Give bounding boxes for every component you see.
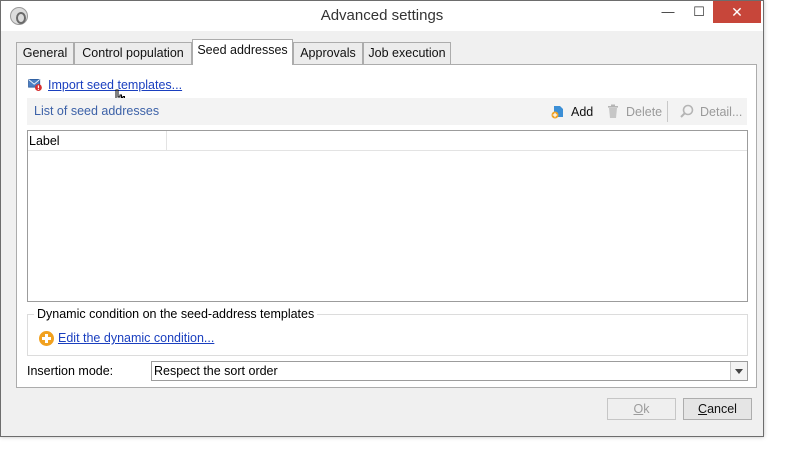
plus-circle-icon bbox=[39, 331, 54, 346]
delete-button[interactable]: Delete bbox=[605, 103, 662, 121]
add-label: Add bbox=[571, 105, 594, 119]
list-column-header: Label bbox=[28, 131, 747, 151]
seed-address-list[interactable]: Label bbox=[27, 130, 748, 302]
tab-general[interactable]: General bbox=[16, 42, 74, 64]
search-icon bbox=[680, 104, 694, 118]
toolbar-separator bbox=[667, 101, 668, 122]
column-label[interactable]: Label bbox=[28, 131, 167, 151]
cancel-label: Cancel bbox=[698, 402, 737, 416]
detail-label: Detail... bbox=[700, 105, 743, 119]
window-title: Advanced settings bbox=[320, 7, 444, 24]
list-title: List of seed addresses bbox=[34, 104, 160, 118]
ok-label: Ok bbox=[633, 402, 650, 416]
maximize-icon[interactable]: ☐ bbox=[685, 1, 713, 23]
tab-approvals[interactable]: Approvals bbox=[293, 42, 363, 64]
tab-control-population[interactable]: Control population bbox=[74, 42, 192, 64]
insertion-mode-value: Respect the sort order bbox=[154, 364, 278, 378]
trash-icon bbox=[608, 104, 618, 118]
detail-button[interactable]: Detail... bbox=[679, 103, 742, 121]
seed-addresses-panel: Import seed templates... List of seed ad… bbox=[16, 64, 757, 388]
cancel-button[interactable]: Cancel bbox=[683, 398, 752, 420]
delete-label: Delete bbox=[626, 105, 663, 119]
mail-error-icon bbox=[28, 79, 42, 91]
insertion-mode-label: Insertion mode: bbox=[27, 364, 114, 378]
ok-button[interactable]: Ok bbox=[607, 398, 676, 420]
dynamic-condition-group: Dynamic condition on the seed-address te… bbox=[27, 307, 748, 356]
edit-dynamic-condition-link[interactable]: Edit the dynamic condition... bbox=[58, 331, 214, 345]
insertion-mode-select[interactable]: Respect the sort order bbox=[151, 361, 748, 381]
seed-list-header: List of seed addresses Add Delete Detail… bbox=[27, 98, 747, 125]
add-button[interactable]: Add bbox=[550, 103, 593, 121]
minimize-icon[interactable]: — bbox=[654, 1, 682, 23]
advanced-settings-dialog: Advanced settings — ☐ ✕ General Control … bbox=[0, 0, 764, 437]
group-title: Dynamic condition on the seed-address te… bbox=[34, 307, 318, 321]
add-icon bbox=[551, 106, 563, 119]
close-icon[interactable]: ✕ bbox=[713, 1, 761, 23]
title-bar: Advanced settings — ☐ ✕ bbox=[1, 1, 763, 31]
dropdown-arrow-icon[interactable] bbox=[730, 362, 747, 380]
tab-job-execution[interactable]: Job execution bbox=[363, 42, 451, 64]
tab-seed-addresses[interactable]: Seed addresses bbox=[192, 39, 293, 65]
